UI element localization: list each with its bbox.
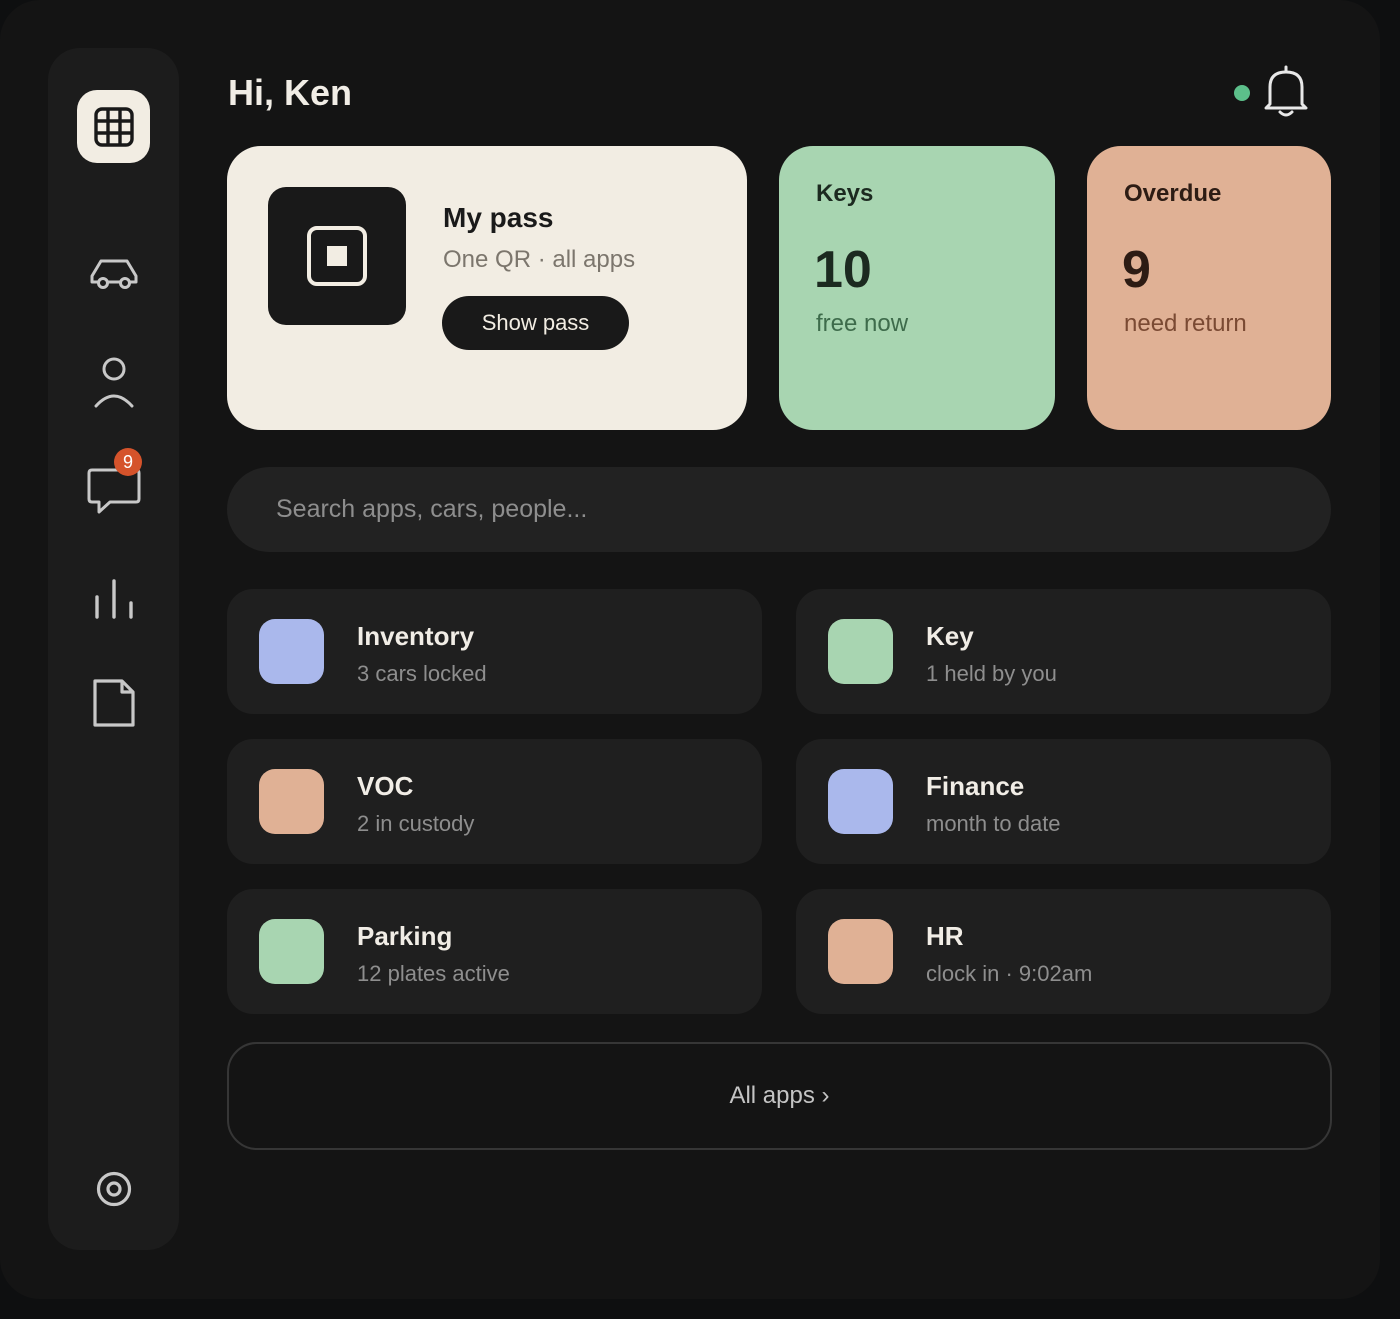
qr-icon (307, 226, 367, 286)
tile-subtitle: 12 plates active (357, 961, 510, 986)
voc-app-icon (259, 769, 324, 834)
qr-code-tile (268, 187, 406, 325)
sidebar-item-settings[interactable] (77, 1152, 150, 1225)
settings-icon (96, 1171, 131, 1206)
key-app-icon (828, 619, 893, 684)
tile-name: Finance (926, 771, 1025, 801)
sidebar-item-cars[interactable] (77, 237, 150, 310)
pass-card: My pass One QR · all apps Show pass (227, 146, 747, 430)
tile-subtitle: 3 cars locked (357, 661, 487, 686)
tile-name: Key (926, 621, 974, 651)
overdue-label: Overdue (1124, 180, 1222, 207)
pass-title: My pass (443, 202, 554, 233)
unread-badge: 9 (114, 448, 142, 476)
app-tile-finance[interactable]: Finance month to date (796, 739, 1331, 864)
sidebar-item-messages[interactable]: 9 (77, 448, 150, 527)
overdue-caption: need return (1124, 310, 1247, 337)
search-input[interactable] (227, 467, 1331, 552)
sidebar-item-people[interactable] (77, 346, 150, 419)
document-icon (92, 678, 135, 727)
finance-app-icon (828, 769, 893, 834)
sidebar-item-apps[interactable] (77, 90, 150, 163)
all-apps-button[interactable]: All apps › (227, 1042, 1332, 1150)
car-icon (90, 259, 137, 289)
overdue-value: 9 (1122, 241, 1151, 299)
bell-icon[interactable] (1262, 64, 1310, 118)
sidebar-item-reports[interactable] (77, 562, 150, 635)
tile-name: HR (926, 921, 964, 951)
keys-caption: free now (816, 310, 909, 337)
tile-subtitle: clock in · 9:02am (926, 961, 1093, 986)
tile-name: VOC (357, 771, 414, 801)
tile-subtitle: 2 in custody (357, 811, 475, 836)
sidebar-item-documents[interactable] (77, 666, 150, 739)
online-status-dot (1234, 85, 1250, 101)
inventory-app-icon (259, 619, 324, 684)
tile-name: Parking (357, 921, 453, 951)
tile-subtitle: 1 held by you (926, 661, 1057, 686)
pass-subtitle: One QR · all apps (443, 246, 636, 273)
keys-label: Keys (816, 180, 874, 207)
overdue-stat-card[interactable]: Overdue 9 need return (1087, 146, 1331, 430)
app-tile-inventory[interactable]: Inventory 3 cars locked (227, 589, 762, 714)
apps-grid-icon (93, 106, 134, 147)
app-tile-key[interactable]: Key 1 held by you (796, 589, 1331, 714)
app-window: 9 Hi, Ken My pass One QR · all apps Show… (0, 0, 1380, 1299)
person-icon (94, 357, 133, 407)
hr-app-icon (828, 919, 893, 984)
bar-chart-icon (94, 578, 133, 619)
keys-stat-card[interactable]: Keys 10 free now (779, 146, 1055, 430)
parking-app-icon (259, 919, 324, 984)
app-tile-voc[interactable]: VOC 2 in custody (227, 739, 762, 864)
search-bar (227, 467, 1331, 552)
show-pass-button[interactable]: Show pass (442, 296, 629, 350)
app-tile-hr[interactable]: HR clock in · 9:02am (796, 889, 1331, 1014)
app-tile-parking[interactable]: Parking 12 plates active (227, 889, 762, 1014)
greeting: Hi, Ken (228, 72, 353, 113)
tile-name: Inventory (357, 621, 475, 651)
tile-subtitle: month to date (926, 811, 1061, 836)
sidebar: 9 (48, 48, 179, 1250)
keys-value: 10 (814, 241, 872, 299)
